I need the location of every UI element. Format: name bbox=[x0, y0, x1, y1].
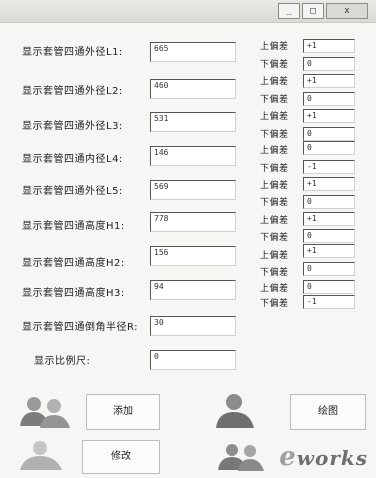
lower-value-h3[interactable]: -1 bbox=[303, 295, 355, 309]
users-icon bbox=[20, 397, 70, 428]
lower-value-l1[interactable]: 0 bbox=[303, 57, 355, 71]
lower-label-l1: 下偏差 bbox=[260, 60, 289, 70]
user-icon bbox=[216, 394, 254, 428]
upper-label-h3: 上偏差 bbox=[260, 284, 289, 294]
add-button[interactable]: 添加 bbox=[86, 394, 160, 430]
upper-value-h3[interactable]: 0 bbox=[303, 280, 355, 294]
label-scale: 显示比例尺: bbox=[34, 356, 91, 367]
lower-label-l4: 下偏差 bbox=[260, 164, 289, 174]
value-l1[interactable]: 665 bbox=[150, 42, 236, 62]
lower-label-h3: 下偏差 bbox=[260, 299, 289, 309]
lower-value-l5[interactable]: 0 bbox=[303, 195, 355, 209]
label-l2: 显示套管四通外径L2: bbox=[22, 86, 123, 97]
label-h1: 显示套管四通高度H1: bbox=[22, 221, 125, 232]
label-l1: 显示套管四通外径L1: bbox=[22, 47, 123, 58]
upper-label-l4: 上偏差 bbox=[260, 146, 289, 156]
close-button[interactable]: x bbox=[326, 3, 368, 19]
lower-value-h1[interactable]: 0 bbox=[303, 229, 355, 243]
lower-value-l3[interactable]: 0 bbox=[303, 127, 355, 141]
upper-label-h1: 上偏差 bbox=[260, 216, 289, 226]
upper-label-l3: 上偏差 bbox=[260, 112, 289, 122]
lower-label-l3: 下偏差 bbox=[260, 130, 289, 140]
value-l3[interactable]: 531 bbox=[150, 112, 236, 132]
upper-label-l2: 上偏差 bbox=[260, 77, 289, 87]
lower-value-l4[interactable]: -1 bbox=[303, 160, 355, 174]
value-radius[interactable]: 30 bbox=[150, 316, 236, 336]
lower-label-h2: 下偏差 bbox=[260, 268, 289, 278]
value-l2[interactable]: 460 bbox=[150, 79, 236, 99]
label-h3: 显示套管四通高度H3: bbox=[22, 288, 125, 299]
window-controls: _ □ x bbox=[278, 3, 368, 19]
value-h3[interactable]: 94 bbox=[150, 280, 236, 300]
minimize-button[interactable]: _ bbox=[278, 3, 300, 19]
label-l3: 显示套管四通外径L3: bbox=[22, 121, 123, 132]
modify-button[interactable]: 修改 bbox=[82, 440, 160, 474]
upper-label-l5: 上偏差 bbox=[260, 181, 289, 191]
value-l4[interactable]: 146 bbox=[150, 146, 236, 166]
lower-value-h2[interactable]: 0 bbox=[303, 262, 355, 276]
user-icon bbox=[20, 441, 62, 470]
upper-value-l3[interactable]: +1 bbox=[303, 109, 355, 123]
lower-label-h1: 下偏差 bbox=[260, 233, 289, 243]
title-bar: _ □ x bbox=[0, 0, 376, 23]
upper-value-l4[interactable]: 0 bbox=[303, 141, 355, 155]
upper-value-h2[interactable]: +1 bbox=[303, 244, 355, 258]
users-icon bbox=[218, 444, 264, 471]
lower-label-l2: 下偏差 bbox=[260, 95, 289, 105]
maximize-button[interactable]: □ bbox=[302, 3, 324, 19]
upper-value-l1[interactable]: +1 bbox=[303, 39, 355, 53]
value-l5[interactable]: 569 bbox=[150, 180, 236, 200]
value-h1[interactable]: 778 bbox=[150, 212, 236, 232]
upper-value-h1[interactable]: +1 bbox=[303, 212, 355, 226]
upper-label-l1: 上偏差 bbox=[260, 42, 289, 52]
upper-value-l5[interactable]: +1 bbox=[303, 177, 355, 191]
upper-value-l2[interactable]: +1 bbox=[303, 74, 355, 88]
label-l5: 显示套管四通外径L5: bbox=[22, 186, 123, 197]
upper-label-h2: 上偏差 bbox=[260, 251, 289, 261]
lower-label-l5: 下偏差 bbox=[260, 198, 289, 208]
value-h2[interactable]: 156 bbox=[150, 246, 236, 266]
draw-button[interactable]: 绘图 bbox=[290, 394, 366, 430]
value-scale[interactable]: 0 bbox=[150, 350, 236, 370]
watermark-logo: eworks bbox=[279, 442, 368, 472]
label-l4: 显示套管四通内径L4: bbox=[22, 154, 123, 165]
label-radius: 显示套管四通倒角半径R: bbox=[22, 322, 139, 333]
label-h2: 显示套管四通高度H2: bbox=[22, 258, 125, 269]
lower-value-l2[interactable]: 0 bbox=[303, 92, 355, 106]
